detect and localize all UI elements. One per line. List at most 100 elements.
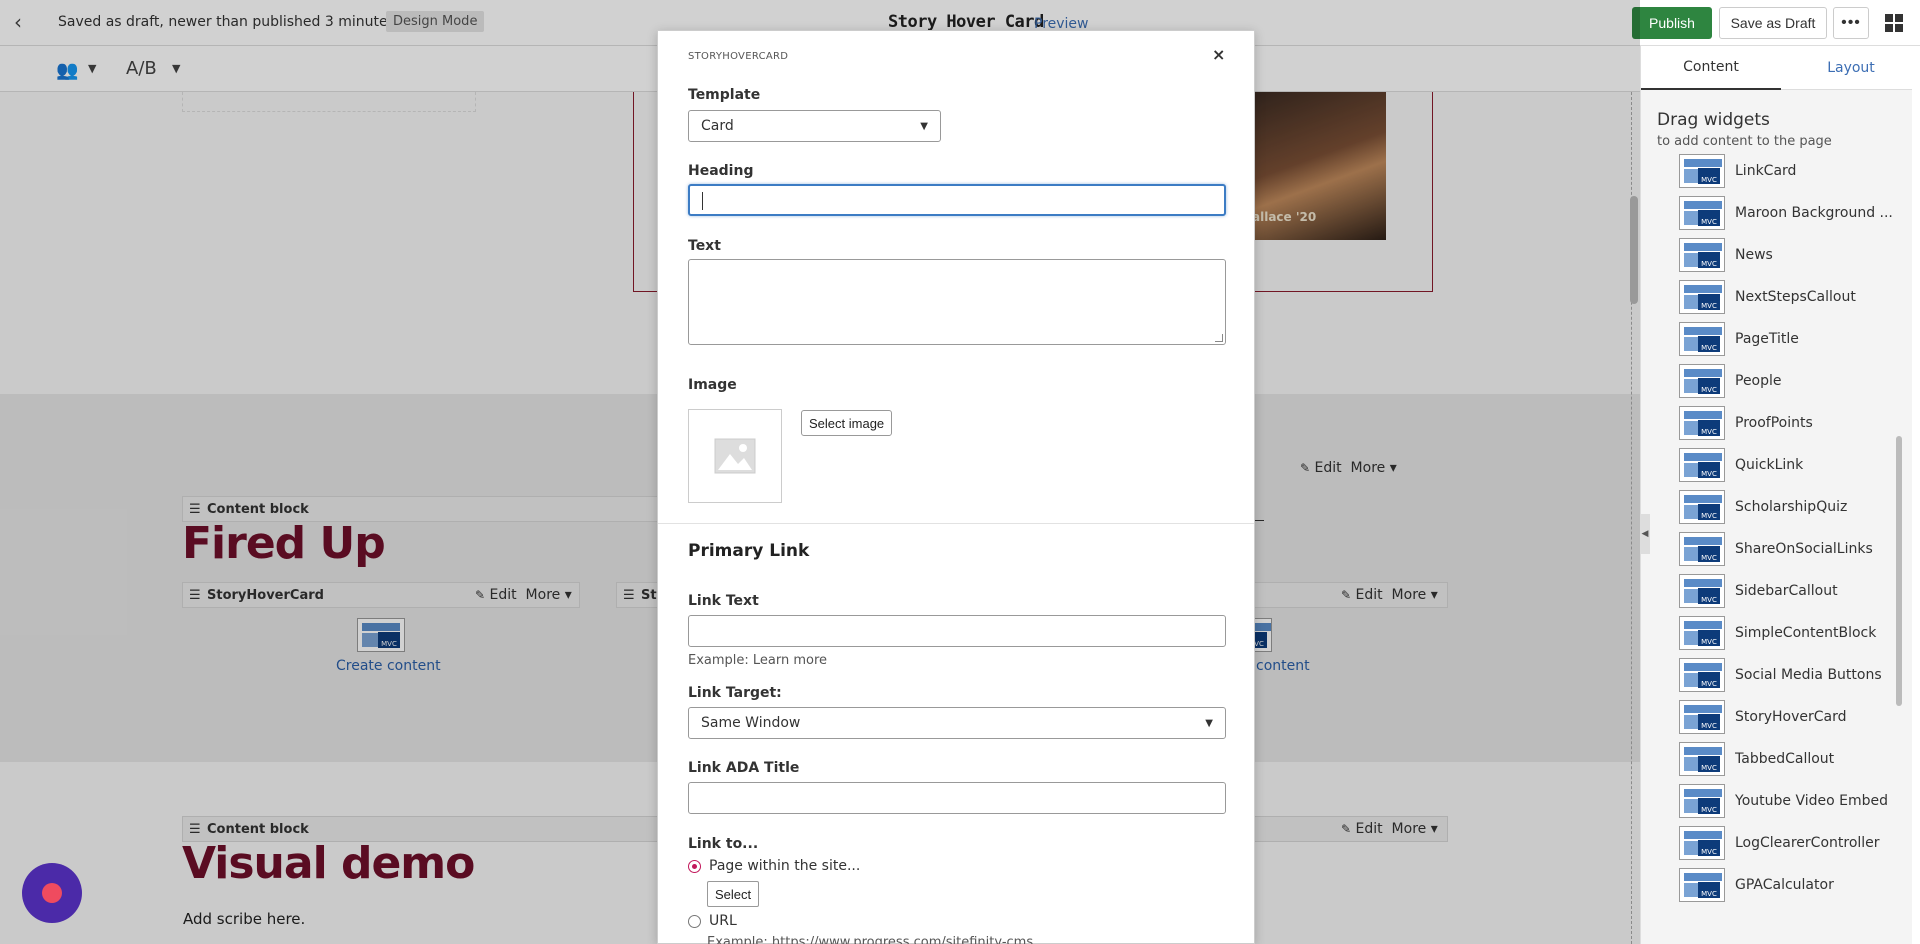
widget-designer-dialog: STORYHOVERCARD × Template Card ▼ Heading… <box>657 30 1255 944</box>
widget-list: MVC LinkCard MVC Maroon Background ... MVC Ne… <box>1679 154 1903 944</box>
tab-layout[interactable]: Layout <box>1781 46 1920 90</box>
radio-checked[interactable] <box>688 859 701 873</box>
link-text-example: Example: Learn more <box>688 653 828 668</box>
widget-item[interactable]: MVC LinkCard <box>1679 154 1903 194</box>
widget-item[interactable]: MVC Maroon Background ... <box>1679 196 1903 236</box>
widget-item-label: StoryHoverCard <box>1735 709 1847 725</box>
mvc-widget-icon: MVC <box>1679 700 1725 734</box>
widget-item[interactable]: MVC SidebarCallout <box>1679 574 1903 614</box>
save-as-draft-button[interactable]: Save as Draft <box>1719 7 1827 39</box>
mvc-widget-icon: MVC <box>1679 532 1725 566</box>
mvc-widget-icon: MVC <box>1679 574 1725 608</box>
section-divider <box>658 523 1254 524</box>
widget-item-label: NextStepsCallout <box>1735 289 1856 305</box>
widget-item[interactable]: MVC Social Media Buttons <box>1679 658 1903 698</box>
link-text-label: Link Text <box>688 593 759 609</box>
widget-item[interactable]: MVC Youtube Video Embed <box>1679 784 1903 824</box>
mvc-widget-icon: MVC <box>1679 364 1725 398</box>
panel-scrollbar-track <box>1912 46 1920 944</box>
mvc-widget-icon: MVC <box>1679 784 1725 818</box>
widget-item-label: News <box>1735 247 1773 263</box>
close-icon[interactable]: × <box>1212 45 1225 64</box>
collapse-panel-icon[interactable]: ◀ <box>1640 514 1650 554</box>
widget-item[interactable]: MVC ProofPoints <box>1679 406 1903 446</box>
widget-item-label: ScholarshipQuiz <box>1735 499 1848 515</box>
select-image-button[interactable]: Select image <box>801 410 893 436</box>
widget-item-label: PageTitle <box>1735 331 1799 347</box>
tab-content[interactable]: Content <box>1641 46 1781 90</box>
heading-label: Heading <box>688 163 754 179</box>
widget-item-label: Social Media Buttons <box>1735 667 1882 683</box>
grid-menu-icon[interactable] <box>1885 14 1903 32</box>
mvc-widget-icon: MVC <box>1679 238 1725 272</box>
panel-scrollbar[interactable] <box>1896 436 1902 706</box>
widget-item-label: QuickLink <box>1735 457 1804 473</box>
resize-handle[interactable] <box>1215 334 1223 342</box>
mvc-widget-icon: MVC <box>1679 658 1725 692</box>
mvc-widget-icon: MVC <box>1679 826 1725 860</box>
chevron-down-icon: ▼ <box>1205 717 1213 729</box>
assistant-bubble-icon[interactable] <box>22 863 82 923</box>
link-target-select[interactable]: Same Window ▼ <box>688 707 1226 739</box>
widget-item[interactable]: MVC StoryHoverCard <box>1679 700 1903 740</box>
image-label: Image <box>688 377 737 393</box>
image-placeholder-icon <box>688 409 782 503</box>
widgets-panel: Content Layout Drag widgets to add conte… <box>1640 46 1920 944</box>
link-target-label: Link Target: <box>688 685 782 701</box>
widget-item-label: SidebarCallout <box>1735 583 1838 599</box>
widget-item-label: ShareOnSocialLinks <box>1735 541 1873 557</box>
widget-item-label: ProofPoints <box>1735 415 1813 431</box>
mvc-widget-icon: MVC <box>1679 448 1725 482</box>
mvc-widget-icon: MVC <box>1679 322 1725 356</box>
dialog-title: STORYHOVERCARD <box>688 51 789 62</box>
widget-item-label: Maroon Background ... <box>1735 205 1893 221</box>
widget-item[interactable]: MVC PageTitle <box>1679 322 1903 362</box>
template-label: Template <box>688 87 761 103</box>
widget-item-label: SimpleContentBlock <box>1735 625 1877 641</box>
primary-link-title: Primary Link <box>688 541 810 561</box>
select-page-button[interactable]: Select <box>707 881 760 907</box>
widget-item[interactable]: MVC TabbedCallout <box>1679 742 1903 782</box>
mvc-widget-icon: MVC <box>1679 616 1725 650</box>
mvc-widget-icon: MVC <box>1679 490 1725 524</box>
template-select[interactable]: Card ▼ <box>688 110 941 142</box>
link-ada-input[interactable] <box>688 782 1226 814</box>
link-text-input[interactable] <box>688 615 1226 647</box>
chevron-down-icon: ▼ <box>920 120 928 132</box>
more-actions-button[interactable]: ••• <box>1833 7 1869 39</box>
widget-item-label: TabbedCallout <box>1735 751 1835 767</box>
panel-title: Drag widgets <box>1657 110 1770 130</box>
url-example: Example: https://www.progress.com/sitefi… <box>707 935 1034 944</box>
radio-unchecked[interactable] <box>688 914 701 928</box>
widget-item[interactable]: MVC GPACalculator <box>1679 868 1903 908</box>
widget-item[interactable]: MVC ShareOnSocialLinks <box>1679 532 1903 572</box>
widget-item[interactable]: MVC ScholarshipQuiz <box>1679 490 1903 530</box>
mvc-widget-icon: MVC <box>1679 154 1725 188</box>
mvc-widget-icon: MVC <box>1679 280 1725 314</box>
widget-item[interactable]: MVC NextStepsCallout <box>1679 280 1903 320</box>
radio-page-within-site[interactable]: Page within the site... <box>688 858 860 874</box>
mvc-widget-icon: MVC <box>1679 868 1725 902</box>
widget-item-label: LogClearerController <box>1735 835 1880 851</box>
text-label: Text <box>688 238 721 254</box>
text-textarea[interactable] <box>688 259 1226 345</box>
heading-input[interactable] <box>688 184 1226 216</box>
mvc-widget-icon: MVC <box>1679 406 1725 440</box>
text-cursor <box>702 192 703 210</box>
widget-item[interactable]: MVC News <box>1679 238 1903 278</box>
panel-subtitle: to add content to the page <box>1657 134 1832 149</box>
widget-item[interactable]: MVC People <box>1679 364 1903 404</box>
mvc-widget-icon: MVC <box>1679 196 1725 230</box>
widget-item[interactable]: MVC QuickLink <box>1679 448 1903 488</box>
link-ada-label: Link ADA Title <box>688 760 800 776</box>
widget-item-label: Youtube Video Embed <box>1735 793 1888 809</box>
widget-item-label: People <box>1735 373 1782 389</box>
radio-url[interactable]: URL <box>688 913 737 929</box>
widget-item[interactable]: MVC SimpleContentBlock <box>1679 616 1903 656</box>
link-to-label: Link to... <box>688 836 759 852</box>
widget-item[interactable]: MVC LogClearerController <box>1679 826 1903 866</box>
widget-item-label: GPACalculator <box>1735 877 1834 893</box>
panel-tabs: Content Layout <box>1641 46 1920 90</box>
publish-button[interactable]: Publish <box>1632 7 1712 39</box>
mvc-widget-icon: MVC <box>1679 742 1725 776</box>
